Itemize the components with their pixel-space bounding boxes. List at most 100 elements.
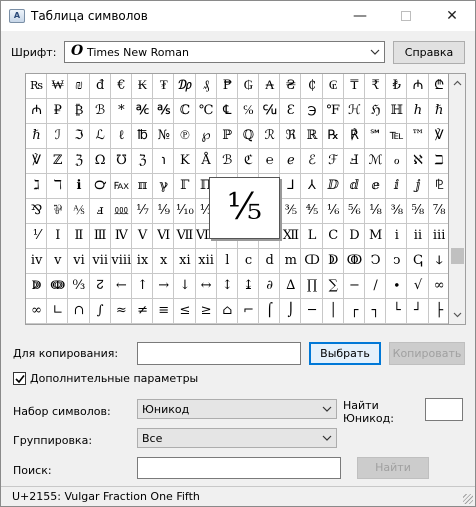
char-cell[interactable]: ℆ [259,99,281,124]
char-cell[interactable]: ⌐ [237,299,260,324]
char-cell[interactable]: ⅹ [153,249,175,274]
char-cell[interactable]: № [153,124,175,149]
char-cell[interactable]: ℒ [89,124,111,149]
char-cell[interactable]: ⅈ [386,174,408,199]
char-cell[interactable]: ≥ [195,299,217,324]
resize-grip-icon[interactable] [463,494,473,504]
char-cell[interactable]: √ [407,274,429,299]
char-cell[interactable]: ⅝ [407,199,429,224]
char-cell[interactable]: ℭ [237,149,260,174]
minimize-button[interactable]: — [337,1,383,31]
char-cell[interactable]: ℋ [343,99,365,124]
char-cell[interactable]: ⅅ [322,174,344,199]
char-cell[interactable]: ↄ [386,249,408,274]
char-cell[interactable]: ℬ [216,149,238,174]
char-cell[interactable]: ℃ [195,99,217,124]
char-cell[interactable]: Ⅶ [174,224,196,249]
char-cell[interactable]: ℶ [428,149,448,174]
char-cell[interactable]: ─ [301,299,323,324]
char-cell[interactable]: ℾ [174,174,196,199]
char-cell[interactable]: ∞ [26,299,48,324]
char-cell[interactable]: ⅊ [428,174,448,199]
scroll-down-icon[interactable] [452,309,463,320]
char-cell[interactable]: ⅙ [322,199,344,224]
char-cell[interactable]: Ⅲ [89,224,111,249]
char-cell[interactable]: ℷ [26,174,48,199]
char-cell[interactable]: Ⅿ [365,224,387,249]
char-cell[interactable]: ⅞ [428,199,448,224]
char-cell[interactable]: ⅛ [365,199,387,224]
char-cell[interactable]: ℘ [195,124,217,149]
char-cell[interactable]: ₰ [195,74,217,99]
char-cell[interactable]: ⅚ [343,199,365,224]
char-cell[interactable]: ℀ [131,99,154,124]
char-cell[interactable]: ↀ [301,249,323,274]
char-cell[interactable]: ↑ [131,274,154,299]
char-cell[interactable]: ∫ [89,299,111,324]
char-cell[interactable]: ∂ [259,274,281,299]
char-cell[interactable]: ⅉ [407,174,429,199]
char-cell[interactable]: ⅴ [47,249,69,274]
char-cell[interactable]: ⅆ [343,174,365,199]
char-cell[interactable]: ₮ [153,74,175,99]
char-cell[interactable]: ℙ [216,124,238,149]
char-cell[interactable]: ↓ [174,274,196,299]
char-cell[interactable]: Ω [89,149,111,174]
char-cell[interactable]: ℑ [68,124,90,149]
char-cell[interactable]: ∏ [301,274,323,299]
char-cell[interactable]: ℏ [428,99,448,124]
char-cell[interactable]: ℱ [322,149,344,174]
char-cell[interactable]: ℨ [131,149,154,174]
char-cell[interactable]: ₲ [237,74,260,99]
char-cell[interactable]: ℧ [110,149,132,174]
char-cell[interactable]: ⅱ [407,224,429,249]
char-cell[interactable]: đ [89,74,111,99]
char-cell[interactable]: ₼ [407,74,429,99]
char-cell[interactable]: Ɛ [280,99,302,124]
char-cell[interactable]: − [343,274,365,299]
char-cell[interactable]: ℹ [68,174,90,199]
char-cell[interactable]: ≠ [131,299,154,324]
char-cell[interactable]: ₭ [131,74,154,99]
char-cell[interactable]: Å [195,149,217,174]
char-cell[interactable]: ⅘ [301,199,323,224]
char-cell[interactable]: ₹ [365,74,387,99]
char-cell[interactable]: ⅲ [428,224,448,249]
char-cell[interactable]: ℝ [301,124,323,149]
char-cell[interactable]: ⅏ [110,199,132,224]
char-cell[interactable]: ℰ [301,149,323,174]
char-cell[interactable]: ℜ [280,124,302,149]
char-cell[interactable]: ℄ [216,99,238,124]
char-cell[interactable]: Ⅻ [280,224,302,249]
char-cell[interactable]: → [153,274,175,299]
char-cell[interactable]: ℔ [131,124,154,149]
char-cell[interactable]: ₴ [280,74,302,99]
char-cell[interactable]: │ [322,299,344,324]
char-cell[interactable]: ⅷ [110,249,132,274]
char-cell[interactable]: ℈ [301,99,323,124]
char-cell[interactable]: ↆ [428,249,448,274]
close-button[interactable]: ✕ [429,1,475,31]
char-cell[interactable]: ⅇ [365,174,387,199]
char-cell[interactable]: ← [110,274,132,299]
char-cell[interactable]: * [110,99,132,124]
grid-scrollbar[interactable] [449,73,466,325]
char-cell[interactable]: Ⅰ [47,224,69,249]
char-cell[interactable]: ┐ [365,299,387,324]
char-cell[interactable]: ∟ [47,299,69,324]
char-cell[interactable]: ≡ [153,299,175,324]
char-cell[interactable]: ⅶ [89,249,111,274]
char-cell[interactable]: ⅒ [174,199,196,224]
char-cell[interactable]: ∞ [428,274,448,299]
char-cell[interactable]: ℚ [237,124,260,149]
char-cell[interactable]: ℩ [153,149,175,174]
char-cell[interactable]: ℟ [343,124,365,149]
title-bar[interactable]: A Таблица символов — ✕ [1,1,475,31]
char-cell[interactable]: ℳ [365,149,387,174]
char-cell[interactable]: ↉ [68,274,90,299]
char-cell[interactable]: ⅋ [26,199,48,224]
char-cell[interactable]: ₪ [68,74,90,99]
char-cell[interactable]: ⅳ [26,249,48,274]
char-cell[interactable]: ⅄ [301,174,323,199]
char-cell[interactable]: └ [386,299,408,324]
